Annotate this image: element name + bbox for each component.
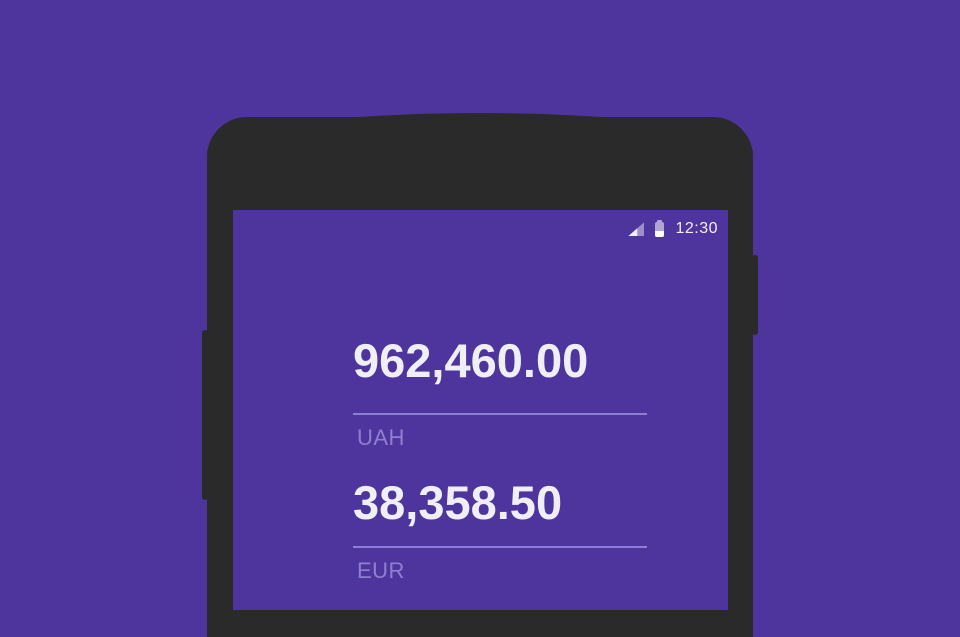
from-amount-value[interactable]: 962,460.00	[353, 330, 647, 392]
status-time: 12:30	[675, 220, 718, 237]
from-currency-label[interactable]: UAH	[357, 425, 647, 451]
to-amount-field[interactable]: 38,358.50 EUR	[353, 472, 647, 584]
phone-top-bezel	[207, 113, 753, 153]
to-currency-label[interactable]: EUR	[357, 558, 647, 584]
from-amount-field[interactable]: 962,460.00 UAH	[353, 330, 647, 451]
phone-screen: 12:30 962,460.00 UAH 38,358.50 EUR	[233, 210, 728, 610]
from-amount-underline	[353, 413, 647, 415]
battery-icon	[655, 219, 665, 237]
to-amount-underline	[353, 546, 647, 548]
cellular-signal-icon	[628, 222, 645, 236]
phone-frame: 12:30 962,460.00 UAH 38,358.50 EUR	[207, 113, 753, 637]
status-bar: 12:30	[628, 219, 718, 239]
to-amount-value[interactable]: 38,358.50	[353, 472, 647, 534]
